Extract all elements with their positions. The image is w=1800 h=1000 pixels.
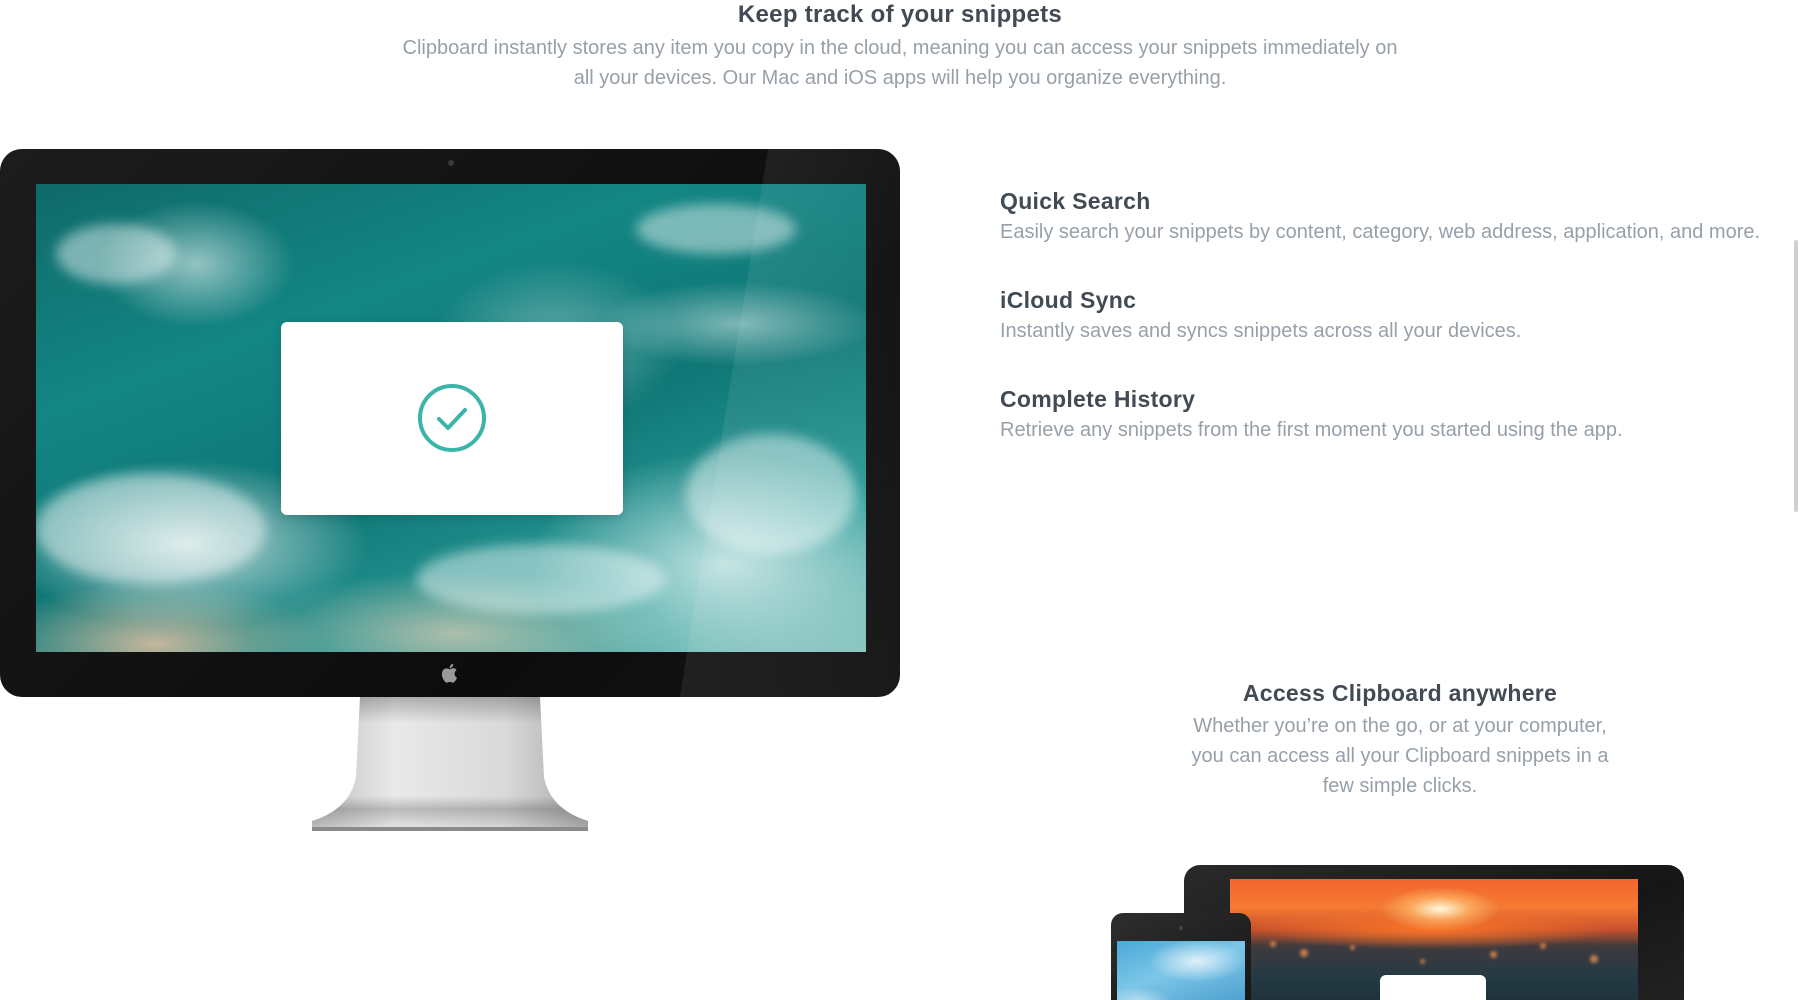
feature-description: Easily search your snippets by content, … xyxy=(1000,221,1761,243)
ocean-foam xyxy=(416,544,666,614)
feature-description: Instantly saves and syncs snippets acros… xyxy=(1000,320,1522,342)
features-list: Quick Search Easily search your snippets… xyxy=(1000,184,1780,481)
tablet-camera xyxy=(1179,926,1183,930)
imac-camera xyxy=(448,160,454,166)
feature-title: Quick Search xyxy=(1000,188,1151,214)
bokeh-light xyxy=(1490,951,1497,958)
bokeh-light xyxy=(1350,945,1355,950)
access-section: Access Clipboard anywhere Whether you’re… xyxy=(1140,677,1660,801)
scrollbar-thumb[interactable] xyxy=(1794,240,1798,512)
feature-title: Complete History xyxy=(1000,386,1196,412)
feature-icloud-sync: iCloud Sync Instantly saves and syncs sn… xyxy=(1000,283,1780,345)
feature-quick-search: Quick Search Easily search your snippets… xyxy=(1000,184,1780,246)
page: Keep track of your snippets Clipboard in… xyxy=(0,0,1800,1000)
feature-complete-history: Complete History Retrieve any snippets f… xyxy=(1000,382,1780,444)
intro-section: Keep track of your snippets Clipboard in… xyxy=(0,0,1800,93)
bokeh-light xyxy=(1270,941,1276,947)
bokeh-light xyxy=(1300,949,1308,957)
imac-stand xyxy=(312,697,588,831)
laptop-illustration xyxy=(1184,865,1684,1000)
ocean-foam xyxy=(56,224,176,284)
imac-bezel xyxy=(0,149,900,697)
bokeh-light xyxy=(1540,943,1546,949)
ocean-foam xyxy=(36,474,266,584)
feature-description: Retrieve any snippets from the first mom… xyxy=(1000,419,1623,441)
bokeh-light xyxy=(1590,955,1598,963)
apple-logo-icon xyxy=(441,663,457,683)
laptop-dialog-card xyxy=(1380,975,1486,1000)
success-dialog xyxy=(281,322,623,515)
check-circle-icon xyxy=(418,384,486,452)
access-title: Access Clipboard anywhere xyxy=(1242,680,1558,706)
tablet-illustration xyxy=(1111,913,1251,1000)
intro-title: Keep track of your snippets xyxy=(737,1,1063,28)
imac-illustration xyxy=(0,149,900,835)
bokeh-light xyxy=(1420,959,1425,964)
tablet-screen xyxy=(1117,941,1245,1000)
access-text: Whether you’re on the go, or at your com… xyxy=(1191,715,1609,797)
feature-title: iCloud Sync xyxy=(1000,287,1137,313)
intro-text: Clipboard instantly stores any item you … xyxy=(402,37,1398,89)
